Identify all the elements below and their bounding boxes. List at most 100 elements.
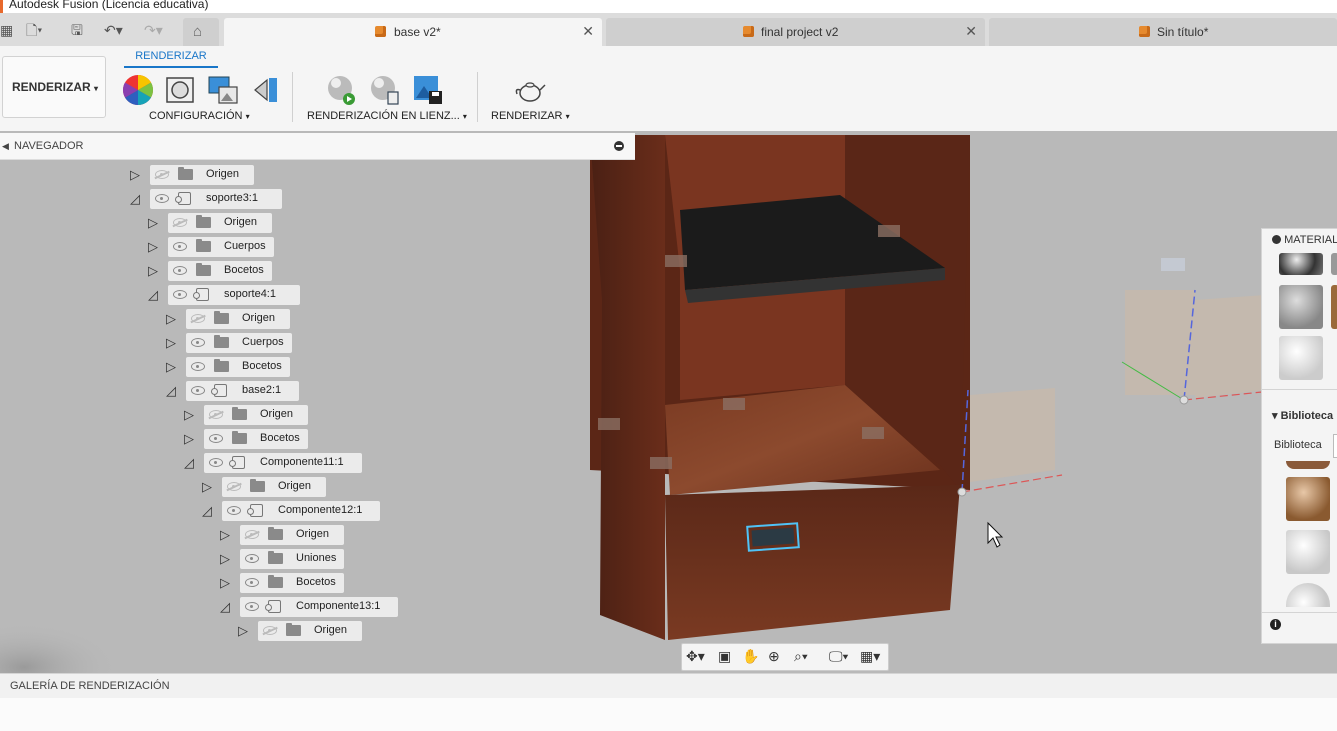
zoom-icon[interactable]: ⊕: [768, 648, 780, 665]
minus-icon[interactable]: [1272, 235, 1281, 244]
minimize-panel-icon[interactable]: [614, 141, 624, 151]
hidden-eye-icon[interactable]: [263, 626, 277, 635]
collapse-triangle-icon[interactable]: ◿: [184, 453, 198, 473]
in-canvas-settings-icon[interactable]: [369, 74, 401, 106]
material-swatch[interactable]: [1331, 253, 1337, 275]
collapse-triangle-icon[interactable]: ◿: [148, 285, 162, 305]
visibility-eye-icon[interactable]: [209, 458, 223, 467]
tree-node-body[interactable]: Origen: [240, 525, 344, 545]
home-tab[interactable]: ⌂: [183, 18, 219, 46]
tree-node[interactable]: ▷ Cuerpos: [166, 333, 386, 353]
tree-node[interactable]: ◿ base2:1: [166, 381, 386, 401]
group-configuracion[interactable]: CONFIGURACIÓN ▾: [149, 110, 250, 122]
tree-node-body[interactable]: Bocetos: [240, 573, 344, 593]
decal-icon[interactable]: [251, 74, 283, 106]
render-gallery-bar[interactable]: GALERÍA DE RENDERIZACIÓN: [0, 673, 1337, 699]
visibility-eye-icon[interactable]: [173, 290, 187, 299]
tree-node-body[interactable]: soporte3:1: [150, 189, 282, 209]
tree-node-body[interactable]: Origen: [186, 309, 290, 329]
material-swatch-wood-gloss[interactable]: [1286, 477, 1330, 521]
expand-triangle-icon[interactable]: ▷: [148, 213, 162, 233]
visibility-eye-icon[interactable]: [245, 602, 259, 611]
tree-node-body[interactable]: Origen: [258, 621, 362, 641]
tree-node-body[interactable]: Bocetos: [186, 357, 290, 377]
library-dropdown[interactable]: [1333, 434, 1337, 458]
ribbon-tab-renderizar[interactable]: RENDERIZAR: [124, 50, 218, 62]
tree-node[interactable]: ▷ Origen: [148, 213, 368, 233]
visibility-eye-icon[interactable]: [209, 434, 223, 443]
tree-node[interactable]: ▷ Bocetos: [220, 573, 440, 593]
expand-triangle-icon[interactable]: ▷: [238, 621, 252, 641]
visibility-eye-icon[interactable]: [191, 362, 205, 371]
close-tab-icon[interactable]: ✕: [582, 23, 594, 40]
tree-node[interactable]: ▷ Origen: [184, 405, 404, 425]
tree-node-body[interactable]: base2:1: [186, 381, 299, 401]
hidden-eye-icon[interactable]: [209, 410, 223, 419]
hidden-eye-icon[interactable]: [227, 482, 241, 491]
group-en-lienzo[interactable]: RENDERIZACIÓN EN LIENZ... ▾: [307, 110, 467, 122]
material-swatch[interactable]: [1331, 285, 1337, 329]
look-at-icon[interactable]: ▣: [718, 648, 731, 665]
visibility-eye-icon[interactable]: [245, 578, 259, 587]
scene-settings-icon[interactable]: [164, 74, 196, 106]
fit-icon[interactable]: ⌕▾: [794, 648, 808, 665]
pan-icon[interactable]: ✋: [742, 648, 759, 665]
tab-base-v2[interactable]: base v2* ✕: [224, 18, 602, 46]
visibility-eye-icon[interactable]: [191, 338, 205, 347]
expand-triangle-icon[interactable]: ▷: [220, 573, 234, 593]
tree-node[interactable]: ▷ Origen: [130, 165, 350, 185]
material-swatch[interactable]: [1286, 583, 1330, 607]
redo-icon[interactable]: ↷▾: [144, 21, 163, 39]
library-section-header[interactable]: ▾ Biblioteca: [1272, 409, 1333, 422]
tree-node-body[interactable]: Cuerpos: [186, 333, 292, 353]
visibility-eye-icon[interactable]: [191, 386, 205, 395]
tree-node-body[interactable]: Componente11:1: [204, 453, 362, 473]
close-tab-icon[interactable]: ✕: [965, 23, 977, 40]
expand-triangle-icon[interactable]: ▷: [148, 237, 162, 257]
tree-node-body[interactable]: Uniones: [240, 549, 344, 569]
tab-sin-titulo[interactable]: Sin título*: [989, 18, 1337, 46]
collapse-triangle-icon[interactable]: ◿: [166, 381, 180, 401]
display-settings-icon[interactable]: 🖵▾: [829, 648, 848, 665]
expand-triangle-icon[interactable]: ▷: [166, 333, 180, 353]
material-swatch-glass[interactable]: [1286, 530, 1330, 574]
tree-node[interactable]: ◿ soporte4:1: [148, 285, 368, 305]
teapot-render-icon[interactable]: [514, 74, 546, 106]
expand-triangle-icon[interactable]: ▷: [184, 405, 198, 425]
group-renderizar[interactable]: RENDERIZAR ▾: [491, 110, 570, 122]
expand-triangle-icon[interactable]: ▷: [130, 165, 144, 185]
material-swatch-matte[interactable]: [1279, 285, 1323, 329]
material-swatch[interactable]: [1286, 461, 1330, 469]
visibility-eye-icon[interactable]: [227, 506, 241, 515]
tree-node-body[interactable]: Origen: [204, 405, 308, 425]
expand-triangle-icon[interactable]: ▷: [166, 309, 180, 329]
material-swatch-glass[interactable]: [1279, 336, 1323, 380]
tree-node-body[interactable]: soporte4:1: [168, 285, 300, 305]
visibility-eye-icon[interactable]: [155, 194, 169, 203]
tree-node[interactable]: ▷ Bocetos: [148, 261, 368, 281]
visibility-eye-icon[interactable]: [173, 242, 187, 251]
expand-triangle-icon[interactable]: ▷: [166, 357, 180, 377]
expand-triangle-icon[interactable]: ▷: [202, 477, 216, 497]
tree-node[interactable]: ◿ Componente11:1: [184, 453, 404, 473]
file-menu-icon[interactable]: 🗋▾: [26, 21, 42, 39]
tree-node[interactable]: ▷ Uniones: [220, 549, 440, 569]
materials-header[interactable]: MATERIAL: [1272, 234, 1337, 246]
visibility-eye-icon[interactable]: [245, 554, 259, 563]
tab-final-project-v2[interactable]: final project v2 ✕: [606, 18, 985, 46]
orbit-icon[interactable]: ✥▾: [686, 648, 705, 665]
tree-node[interactable]: ▷ Cuerpos: [148, 237, 368, 257]
expand-triangle-icon[interactable]: ▷: [220, 549, 234, 569]
tree-node-body[interactable]: Bocetos: [204, 429, 308, 449]
in-canvas-render-icon[interactable]: [325, 74, 357, 106]
tree-node[interactable]: ▷ Bocetos: [184, 429, 404, 449]
appearance-icon[interactable]: [122, 74, 154, 106]
tree-node-body[interactable]: Origen: [222, 477, 326, 497]
tree-node-body[interactable]: Origen: [150, 165, 254, 185]
tree-node[interactable]: ◿ Componente13:1: [220, 597, 440, 617]
grid-settings-icon[interactable]: ▦▾: [860, 648, 880, 665]
collapse-triangle-icon[interactable]: ◿: [220, 597, 234, 617]
tree-node-body[interactable]: Bocetos: [168, 261, 272, 281]
workspace-switcher[interactable]: RENDERIZAR ▾: [2, 56, 106, 118]
save-icon[interactable]: 🖫: [71, 21, 83, 39]
